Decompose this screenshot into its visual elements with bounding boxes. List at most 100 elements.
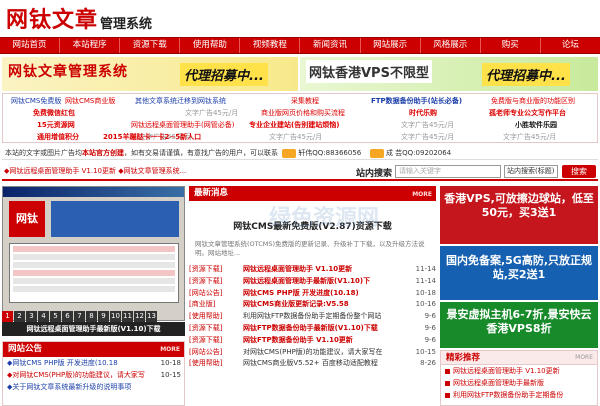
text-link[interactable]: 小胜软件乐园 [515, 120, 557, 130]
banner-vps[interactable]: 网钛香港VPS不限型 代理招募中... [300, 57, 598, 91]
nav-item[interactable]: 新闻资讯 [300, 38, 361, 53]
slideshow-caption[interactable]: 网钛远程桌面管理助手最新版(V1.10)下载 [2, 322, 185, 336]
nav-item[interactable]: 风格展示 [421, 38, 481, 53]
text-link[interactable]: 其他文章系统迁移到网钛系统 [135, 96, 226, 106]
news-item-category[interactable]: [资源下载] [189, 335, 243, 347]
nav-item[interactable]: 网站首页 [0, 38, 61, 53]
text-link[interactable]: FTP数据备份助手(站长必备) [371, 96, 462, 106]
news-item-category[interactable]: [商业版] [189, 299, 243, 311]
banner-otcms[interactable]: 网钛文章管理系统 代理招募中... [2, 57, 298, 91]
text-link[interactable]: 15元资源网 [37, 120, 75, 130]
nav-item[interactable]: 资源下载 [120, 38, 181, 53]
announcement-item-title: ◆网钛CMS PHP版 开发进度(10.18 [7, 359, 118, 367]
slideshow-image[interactable]: 网钛 [2, 186, 185, 321]
slideshow-page-button[interactable]: 1 [2, 311, 13, 322]
recommend-item[interactable]: 网钛远程桌面管理助手 V1.10更新 [441, 365, 597, 377]
news-list-item[interactable]: [资源下载] 网钛远程桌面管理助手最新版(V1.10)下 11-14 [189, 276, 436, 288]
slideshow-page-button[interactable]: 4 [38, 311, 49, 322]
slideshow-page-button[interactable]: 13 [146, 311, 157, 322]
text-link[interactable]: 网钛CMS商业版 [65, 96, 115, 106]
slideshow-page-button[interactable]: 5 [50, 311, 61, 322]
bullet-icon [445, 380, 450, 386]
nav-item[interactable]: 视频教程 [240, 38, 301, 53]
news-list-item[interactable]: [网站公告] 对网钛CMS(PHP版)的功能建议，请大家写在 10-15 [189, 347, 436, 359]
news-item-title[interactable]: 对网钛CMS(PHP版)的功能建议，请大家写在 [243, 347, 414, 359]
slideshow-page-button[interactable]: 7 [74, 311, 85, 322]
text-link[interactable]: 免费微信红包 [33, 108, 75, 118]
announcement-item[interactable]: ◆关于网钛文章系统最新升级的说明事项 [3, 381, 184, 393]
text-link[interactable]: 时代乐购 [409, 108, 437, 118]
nav-item[interactable]: 本站程序 [60, 38, 121, 53]
slideshow-page-button[interactable]: 8 [86, 311, 97, 322]
news-item-title[interactable]: 利用网钛FTP数据备份助手定期备份整个网站 [243, 311, 414, 323]
text-link[interactable]: 商业版网页价格和购买流程 [261, 108, 345, 118]
bullet-icon [445, 368, 450, 374]
news-item-category[interactable]: [使用帮助] [189, 311, 243, 323]
text-link[interactable]: 通用增值积分 [37, 132, 79, 142]
news-item-title[interactable]: 网钛远程桌面管理助手 V1.10更新 [243, 264, 414, 276]
news-item-category[interactable]: [网站公告] [189, 347, 243, 359]
news-item-title[interactable]: 网钛FTP数据备份助手最新版(V1.10)下载 [243, 323, 414, 335]
text-link[interactable]: 免费版与商业版的功能区别 [491, 96, 575, 106]
recommend-item[interactable]: 利用网钛FTP数据备份助手定期备份 [441, 389, 597, 401]
news-item-category[interactable]: [使用帮助] [189, 358, 243, 370]
news-item-title[interactable]: 网钛远程桌面管理助手最新版(V1.10)下 [243, 276, 414, 288]
text-link[interactable]: 网钛CMS免费版 [11, 96, 61, 106]
news-list-item[interactable]: [使用帮助] 利用网钛FTP数据备份助手定期备份整个网站 9-6 [189, 311, 436, 323]
text-link[interactable]: 文字广告45元/月 [185, 108, 238, 118]
text-link[interactable]: 文字广告45元/月 [269, 132, 322, 142]
screenshot-header [51, 201, 179, 237]
text-link[interactable]: 2015羊蹦跶卡一卡2~5新人口 [103, 132, 201, 142]
slideshow-page-button[interactable]: 2 [14, 311, 25, 322]
news-item-category[interactable]: [资源下载] [189, 264, 243, 276]
news-ticker[interactable]: ◆网钛远程桌面管理助手 V1.10更新 ◆网钛文章管理系统... [4, 166, 186, 176]
search-input[interactable]: 请输入关键字 [395, 165, 501, 178]
recommend-item[interactable]: 网钛远程桌面管理助手最新版 [441, 377, 597, 389]
news-item-title[interactable]: 网钛FTP数据备份助手 V1.10更新 [243, 335, 414, 347]
nav-item[interactable]: 网站展示 [361, 38, 421, 53]
slideshow-page-button[interactable]: 6 [62, 311, 73, 322]
search-button[interactable]: 搜索 [562, 165, 596, 178]
announcement-item[interactable]: ◆网钛CMS PHP版 开发进度(10.18 10-18 [3, 357, 184, 369]
news-item-category[interactable]: [资源下载] [189, 276, 243, 288]
nav-item[interactable]: 使用帮助 [180, 38, 241, 53]
news-list-item[interactable]: [资源下载] 网钛远程桌面管理助手 V1.10更新 11-14 [189, 264, 436, 276]
news-item-title[interactable]: 网钛CMS商业版V5.52+ 百度移动适配教程 [243, 358, 414, 370]
slideshow-page-button[interactable]: 3 [26, 311, 37, 322]
text-link[interactable]: 文字广告45元/月 [401, 120, 454, 130]
more-link[interactable]: MORE [575, 351, 593, 365]
text-link[interactable]: 文字广告45元/月 [401, 132, 454, 142]
site-logo[interactable]: 网钛文章 管理系统 [6, 2, 152, 34]
news-list-item[interactable]: [资源下载] 网钛FTP数据备份助手最新版(V1.10)下载 9-6 [189, 323, 436, 335]
text-link[interactable]: 网钛远程桌面管理助手(网管必备) [131, 120, 234, 130]
qq-icon[interactable] [369, 148, 384, 158]
news-item-date: 9-6 [424, 323, 436, 332]
text-link[interactable]: 采集教程 [291, 96, 319, 106]
news-list-item[interactable]: [资源下载] 网钛FTP数据备份助手 V1.10更新 9-6 [189, 335, 436, 347]
nav-item[interactable]: 论坛 [541, 38, 600, 53]
news-list-item[interactable]: [网站公告] 网钛CMS PHP版 开发进度(10.18) 10-18 [189, 288, 436, 300]
slideshow-page-button[interactable]: 10 [110, 311, 121, 322]
announcement-item[interactable]: ◆对网钛CMS(PHP版)的功能建议，请大家写 10-15 [3, 369, 184, 381]
search-scope-select[interactable]: 站内搜索(标题) [504, 165, 558, 178]
text-link[interactable]: 专业企业建站(告别建站烦恼) [249, 120, 339, 130]
more-link[interactable]: MORE [160, 342, 180, 357]
more-link[interactable]: MORE [412, 187, 432, 202]
news-item-title[interactable]: 网钛CMS商业版更新记录:V5.58 [243, 299, 414, 311]
text-link[interactable]: 孤老师专业公文写作平台 [489, 108, 566, 118]
slideshow-page-button[interactable]: 9 [98, 311, 109, 322]
nav-item[interactable]: 购买 [481, 38, 541, 53]
qq-icon[interactable] [282, 148, 297, 158]
ad-jingan[interactable]: 景安虚拟主机6-7折,景安快云香港VPS8折 [440, 302, 598, 348]
news-item-category[interactable]: [资源下载] [189, 323, 243, 335]
slideshow-page-button[interactable]: 12 [134, 311, 145, 322]
text-link[interactable]: 文字广告45元/月 [503, 132, 556, 142]
news-list-item[interactable]: [商业版] 网钛CMS商业版更新记录:V5.58 10-16 [189, 299, 436, 311]
news-item-title[interactable]: 网钛CMS PHP版 开发进度(10.18) [243, 288, 414, 300]
ad-domestic-host[interactable]: 国内免备案,5G高防,只放正规站,买2送1 [440, 246, 598, 300]
ad-hk-vps[interactable]: 香港VPS,可放擦边球站，低至50元，买3送1 [440, 186, 598, 244]
news-item-date: 11-14 [415, 265, 436, 273]
slideshow-page-button[interactable]: 11 [122, 311, 133, 322]
news-list-item[interactable]: [使用帮助] 网钛CMS商业版V5.52+ 百度移动适配教程 8-26 [189, 358, 436, 370]
news-item-category[interactable]: [网站公告] [189, 288, 243, 300]
